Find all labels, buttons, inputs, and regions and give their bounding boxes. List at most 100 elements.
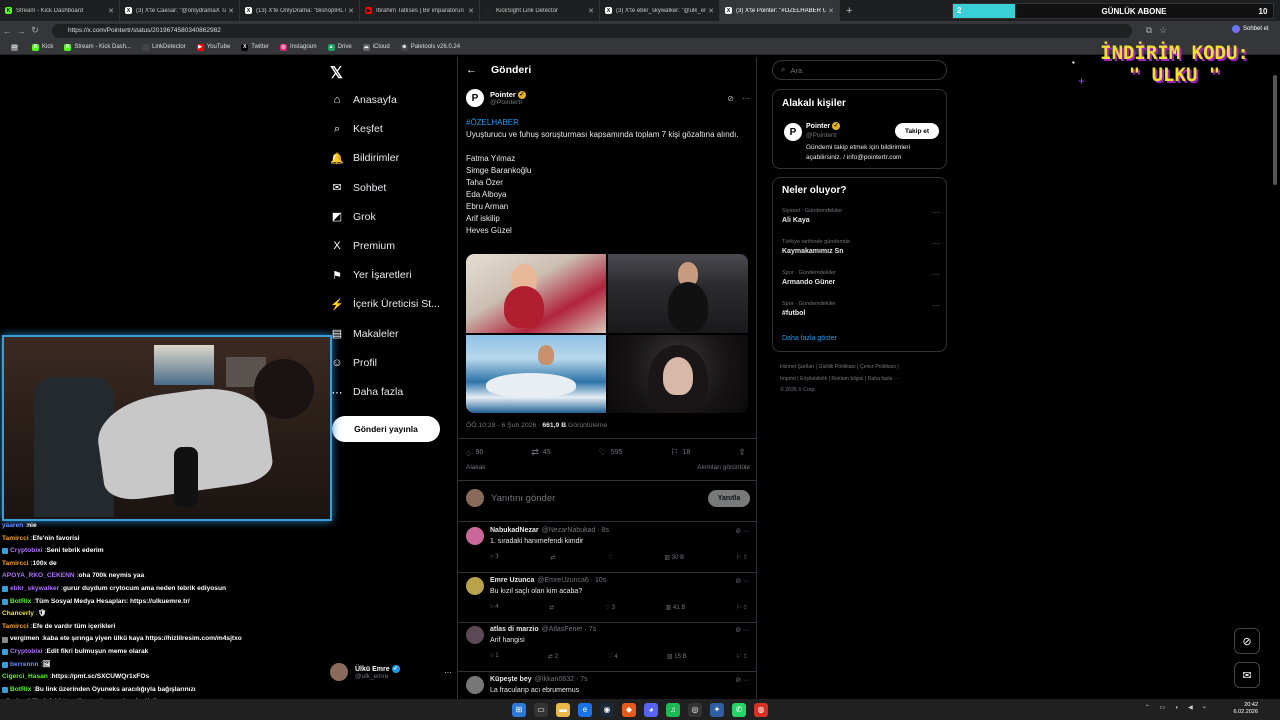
sidebar-item-profile[interactable]: ☺ Profil: [330, 354, 377, 372]
sidebar-item-articles[interactable]: ▤ Makaleler: [330, 325, 399, 343]
author-handle[interactable]: @Pointertr: [490, 99, 727, 106]
reply-button[interactable]: ○ 3: [490, 554, 499, 561]
close-icon[interactable]: ✕: [348, 7, 354, 15]
reply-button[interactable]: ○ 4: [490, 604, 499, 611]
reload-icon[interactable]: ↻: [28, 25, 42, 36]
chat-username[interactable]: Chancerly: [2, 608, 34, 621]
close-icon[interactable]: ✕: [828, 7, 834, 15]
comment-item[interactable]: Emre Uzunca @EmreUzunca6 · 10s ⊘ ··· Bu kız…: [466, 577, 750, 611]
bookmark-item[interactable]: ▶ YouTube: [196, 43, 230, 51]
views-button[interactable]: ▥ 30 B: [664, 554, 684, 561]
avatar[interactable]: [466, 676, 484, 694]
comment-item[interactable]: NabukadNezar @NezarNabukad · 8s ⊘ ··· 1. sı…: [466, 527, 750, 561]
post-image[interactable]: [608, 334, 748, 413]
bookmark-share-icons[interactable]: ⚐ ⇪: [736, 653, 748, 660]
obs-icon[interactable]: ◎: [688, 702, 702, 717]
sidebar-item-more[interactable]: ⋯ Daha fazla: [330, 383, 404, 401]
browser-tab[interactable]: X (3) X'te Pointer: "#ÖZELHABER Uy ✕: [720, 0, 840, 21]
start-icon[interactable]: ⊞: [512, 702, 526, 717]
sidebar-item-creator-studio[interactable]: ⚡ İçerik Üreticisi St...: [330, 295, 440, 313]
bookmark-star-icon[interactable]: ☆: [1156, 25, 1170, 36]
bookmark-item[interactable]: ☁ iCloud: [362, 43, 390, 51]
bookmark-item[interactable]: LinkDetector: [142, 43, 186, 51]
sidebar-item-grok[interactable]: ◩ Grok: [330, 208, 376, 226]
related-name[interactable]: Pointer: [806, 123, 830, 130]
more-icon[interactable]: ···: [932, 208, 940, 217]
close-icon[interactable]: ✕: [708, 7, 714, 15]
browser-tab[interactable]: KickSight Link Detector ✕: [480, 0, 600, 21]
address-bar[interactable]: https://x.com/Pointertr/status/201967458…: [52, 23, 1132, 38]
chat-username[interactable]: BotRix: [10, 596, 31, 609]
trend-item[interactable]: Spor · Gündemdekiler #futbol ···: [782, 301, 940, 317]
avatar[interactable]: P: [784, 123, 802, 141]
discord-icon[interactable]: ◕: [644, 702, 658, 717]
chat-username[interactable]: Cryptobixi: [10, 545, 43, 558]
grok-icon[interactable]: ⊘: [1234, 628, 1260, 654]
search-input[interactable]: ⌕ Ara: [772, 60, 947, 80]
reply-button[interactable]: ○ 1: [490, 653, 499, 660]
forward-icon[interactable]: →: [14, 26, 28, 36]
like-button[interactable]: ♡ 4: [607, 653, 617, 660]
bookmark-item[interactable]: K Stream - Kick Dash...: [64, 43, 131, 51]
sidebar-item-bookmarks[interactable]: ⚑ Yer İşaretleri: [330, 266, 412, 284]
comment-author[interactable]: Küpeşte bey: [490, 676, 532, 684]
sidebar-item-explore[interactable]: ⌕ Keşfet: [330, 120, 383, 138]
chat-username[interactable]: berrennn: [10, 659, 39, 672]
follow-button[interactable]: Takip et: [895, 123, 939, 139]
close-icon[interactable]: ✕: [588, 7, 594, 15]
post-image[interactable]: [608, 254, 748, 333]
reply-button[interactable]: ○ 96: [466, 447, 483, 458]
views-button[interactable]: ▥ 15 B: [667, 653, 687, 660]
browser-tab[interactable]: X (3) X'te ebkr_skywalker: "@ulk_emr ✕: [600, 0, 720, 21]
sidebar-item-notifications[interactable]: 🔔 Bildirimler: [330, 149, 399, 167]
trend-item[interactable]: Spor · Gündemdekiler Armando Güner ···: [782, 270, 940, 286]
close-icon[interactable]: ✕: [468, 7, 474, 15]
more-icon[interactable]: ⊘ ···: [735, 527, 750, 535]
folder-icon[interactable]: ▬: [556, 702, 570, 717]
more-icon[interactable]: ⊘ ···: [735, 577, 750, 585]
repost-button[interactable]: ⇄ 45: [531, 447, 550, 458]
bookmark-button[interactable]: ⚐ 18: [670, 447, 690, 458]
reply-submit-button[interactable]: Yanıtla: [708, 489, 750, 507]
more-icon[interactable]: ···: [932, 239, 940, 248]
scrollbar[interactable]: [1273, 75, 1277, 185]
chat-username[interactable]: APOYA_RKO_CEKENN: [2, 570, 75, 583]
more-icon[interactable]: ···: [742, 94, 750, 103]
reply-input[interactable]: Yanıtını gönder: [491, 493, 708, 504]
avatar[interactable]: [466, 626, 484, 644]
extensions-icon[interactable]: ⧉: [1142, 25, 1156, 36]
bookmark-item[interactable]: ▭: [11, 43, 21, 51]
messages-icon[interactable]: ✉: [1234, 662, 1260, 688]
footer-line[interactable]: Imprint | Erişilebilirlik | Reklam bilgi…: [780, 374, 945, 386]
show-more-link[interactable]: Daha fazla göster: [782, 335, 837, 342]
sidebar-item-home[interactable]: ⌂ Anasayfa: [330, 91, 397, 109]
back-arrow-icon[interactable]: ←: [466, 64, 477, 76]
comment-item[interactable]: atlas di marzio @AtlasFener · 7s ⊘ ··· Arif…: [466, 626, 750, 660]
related-dropdown[interactable]: Alakalı: [466, 464, 486, 471]
sohbet-et-button[interactable]: Sohbet et: [1232, 25, 1269, 33]
avatar[interactable]: [466, 577, 484, 595]
back-icon[interactable]: ←: [0, 26, 14, 36]
avatar[interactable]: [466, 527, 484, 545]
trend-item[interactable]: Türkiye tarihinde gündemde Kaymakamımız S…: [782, 239, 940, 255]
bookmark-item[interactable]: X Twitter: [241, 43, 269, 51]
bookmark-share-icons[interactable]: ⚐ ⇪: [736, 604, 748, 611]
avatar[interactable]: P: [466, 89, 484, 107]
chat-username[interactable]: ebkr_skywalker: [10, 583, 59, 596]
edge-icon[interactable]: e: [578, 702, 592, 717]
bookmark-item[interactable]: ⊕ Paletools v26.0.24: [400, 43, 460, 51]
more-icon[interactable]: ···: [932, 301, 940, 310]
post-button[interactable]: Gönderi yayınla: [332, 416, 440, 442]
bookmark-item[interactable]: K Kick: [32, 43, 53, 51]
more-icon[interactable]: ⊘ ···: [735, 626, 750, 634]
chat-username[interactable]: Tamircci: [2, 558, 29, 571]
more-icon[interactable]: ⊘ ···: [735, 676, 750, 684]
view-quotes-link[interactable]: Alıntıları görüntüle: [697, 464, 750, 471]
chat-username[interactable]: Tamircci: [2, 621, 29, 634]
new-tab-icon[interactable]: +: [846, 5, 852, 17]
chrome-icon[interactable]: ◍: [754, 702, 768, 717]
chat-username[interactable]: Cryptobixi: [10, 646, 43, 659]
browser-tab[interactable]: X (13) X'te OnlyDrama: "BishopIRL F ✕: [240, 0, 360, 21]
browser-tab[interactable]: ▶ İbrahim Tatlıses | Bir imparatorun ✕: [360, 0, 480, 21]
share-button[interactable]: ⇪: [738, 447, 750, 458]
